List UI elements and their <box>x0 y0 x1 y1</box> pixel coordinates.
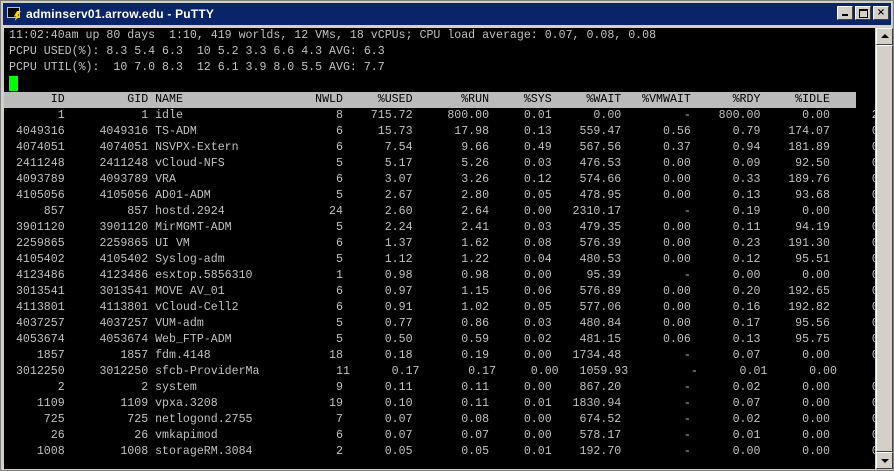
arrow-down-icon <box>881 459 889 463</box>
process-row: 1008 1008 storageRM.3084 2 0.05 0.05 0.0… <box>9 445 875 458</box>
process-row: 4113801 4113801 vCloud-Cell2 6 0.91 1.02… <box>9 301 875 314</box>
process-row: 2 2 system 9 0.11 0.11 0.00 867.20 - 0.0… <box>9 381 875 394</box>
process-row: 1109 1109 vpxa.3208 19 0.10 0.11 0.01 18… <box>9 397 875 410</box>
pcpu-used-line: PCPU USED(%): 8.3 5.4 6.3 10 5.2 3.3 6.6… <box>9 45 385 58</box>
process-row: 857 857 hostd.2924 24 2.60 2.64 0.00 231… <box>9 205 875 218</box>
uptime-line: 11:02:40am up 80 days 1:10, 419 worlds, … <box>9 29 657 42</box>
process-row: 725 725 netlogond.2755 7 0.07 0.08 0.00 … <box>9 413 875 426</box>
process-row: 4093789 4093789 VRA 6 3.07 3.26 0.12 574… <box>9 173 875 186</box>
putty-window: adminserv01.arrow.edu - PuTTY × 11:02:40… <box>0 0 894 471</box>
title-bar[interactable]: adminserv01.arrow.edu - PuTTY × <box>3 3 891 25</box>
scroll-thumb[interactable] <box>876 45 893 452</box>
close-button[interactable]: × <box>873 6 889 20</box>
arrow-up-icon <box>881 34 889 38</box>
putty-icon[interactable] <box>6 6 22 22</box>
scroll-down-button[interactable] <box>876 452 893 469</box>
minimize-button[interactable] <box>837 6 853 20</box>
process-row: 3012250 3012250 sfcb-ProviderMa 11 0.17 … <box>9 365 875 378</box>
column-headers: ID GID NAME NWLD %USED %RUN %SYS %WAIT %… <box>9 93 875 106</box>
column-header-bar: ID GID NAME NWLD %USED %RUN %SYS %WAIT %… <box>4 92 875 108</box>
scroll-up-button[interactable] <box>876 28 893 45</box>
process-row: 26 26 vmkapimod 6 0.07 0.07 0.00 578.17 … <box>9 429 875 442</box>
terminal-cursor <box>9 76 18 91</box>
process-row: 4053674 4053674 Web_FTP-ADM 5 0.50 0.59 … <box>9 333 875 346</box>
pcpu-util-line: PCPU UTIL(%): 10 7.0 8.3 12 6.1 3.9 8.0 … <box>9 61 385 74</box>
process-row: 4105056 4105056 AD01-ADM 5 2.67 2.80 0.0… <box>9 189 875 202</box>
process-row: 1857 1857 fdm.4148 18 0.18 0.19 0.00 173… <box>9 349 875 362</box>
maximize-icon <box>859 9 868 18</box>
vertical-scrollbar[interactable] <box>876 28 893 469</box>
window-controls: × <box>837 6 889 20</box>
process-row: 1 1 idle 8 715.72 800.00 0.01 0.00 - 800… <box>9 109 875 122</box>
close-icon: × <box>876 7 886 18</box>
process-row: 3901120 3901120 MirMGMT-ADM 5 2.24 2.41 … <box>9 221 875 234</box>
process-row: 2259865 2259865 UI VM 6 1.37 1.62 0.08 5… <box>9 237 875 250</box>
process-row: 4049316 4049316 TS-ADM 6 15.73 17.98 0.1… <box>9 125 875 138</box>
process-row: 3013541 3013541 MOVE AV_01 6 0.97 1.15 0… <box>9 285 875 298</box>
process-row: 4037257 4037257 VUM-adm 5 0.77 0.86 0.03… <box>9 317 875 330</box>
minimize-icon <box>842 14 848 16</box>
maximize-button[interactable] <box>855 6 871 20</box>
process-row: 4105402 4105402 Syslog-adm 5 1.12 1.22 0… <box>9 253 875 266</box>
process-row: 4074051 4074051 NSVPX-Extern 6 7.54 9.66… <box>9 141 875 154</box>
window-title: adminserv01.arrow.edu - PuTTY <box>26 7 215 21</box>
process-row: 2411248 2411248 vCloud-NFS 5 5.17 5.26 0… <box>9 157 875 170</box>
process-row: 4123486 4123486 esxtop.5856310 1 0.98 0.… <box>9 269 875 282</box>
terminal-area[interactable]: 11:02:40am up 80 days 1:10, 419 worlds, … <box>4 28 875 469</box>
